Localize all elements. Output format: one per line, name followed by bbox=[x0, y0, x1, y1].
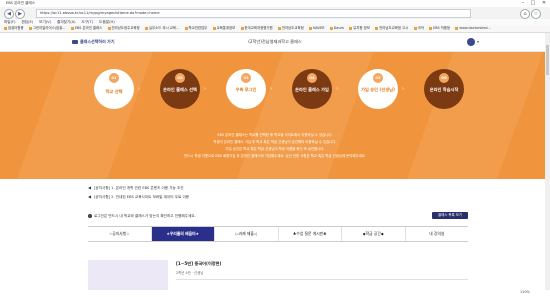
scrollbar-thumb[interactable] bbox=[546, 45, 549, 75]
step-4: 04 온라인 클래스 가입 bbox=[292, 69, 332, 109]
hero-description: 학생이 온라인 클래스 가입 후 학교 혹은 학급 선생님이 승인해야 이용하실… bbox=[213, 140, 337, 144]
notice-item[interactable]: ◀ [공지사항] 1. 온라인 개학 관련 EBS 콘텐츠 이용 가능 조건 bbox=[88, 185, 184, 191]
step-number: 03 bbox=[241, 73, 251, 83]
favorites-bar: 컴퓨터활용 그린아일라이스(컴퓨... EBS 온라인 클래스 전라남도광주교육… bbox=[0, 25, 550, 33]
favorite-link[interactable]: www.doctorshed... bbox=[455, 25, 491, 32]
step-label: 온라인 학습시작 bbox=[429, 87, 459, 92]
step-1: 01 학교 선택 bbox=[94, 69, 134, 109]
lesson-thumbnail[interactable] bbox=[88, 260, 168, 290]
hero-description: EBS 온라인 클래스는 학교를 선택한 후 학교별 사이트에서 이용하실 수 … bbox=[217, 133, 333, 137]
favorite-link[interactable]: NAVER bbox=[309, 25, 324, 32]
favorite-link[interactable]: Daum bbox=[329, 25, 344, 32]
step-label: 가입 승인 (선생님) bbox=[361, 87, 395, 92]
hero-decoration bbox=[16, 52, 154, 179]
forward-icon[interactable]: ▶ bbox=[15, 9, 25, 19]
user-avatar-icon[interactable] bbox=[467, 38, 475, 46]
favorites-star-icon[interactable]: ☆ bbox=[531, 9, 541, 19]
hero-banner: 01 학교 선택 › 02 온라인 클래스 선택 › 03 우측 로그인 › 0… bbox=[0, 52, 550, 179]
favorite-link[interactable]: 전라남도교육청 bbox=[277, 25, 304, 32]
favorite-link[interactable]: 유치원 정보 bbox=[349, 25, 370, 32]
tab-notice[interactable]: ☆공지사항☆ bbox=[88, 227, 152, 241]
info-icon: ! bbox=[88, 214, 92, 218]
step-label: 우측 로그인 bbox=[235, 87, 257, 92]
url-input[interactable]: https://oc11.ebssw.kr/oc11/mypg/myagecls… bbox=[36, 9, 471, 18]
step-2: 02 온라인 클래스 선택 bbox=[160, 69, 200, 109]
hero-description: 반드시 학생 이름으로 EBS 회원가입 후 온라인 클래스에 가입해주세요. … bbox=[184, 154, 366, 158]
step-6: 06 온라인 학습시작 bbox=[424, 69, 464, 109]
step-number: 02 bbox=[175, 73, 185, 83]
step-label: 온라인 클래스 선택 bbox=[163, 87, 197, 92]
favorite-link[interactable]: 교육통계정보 bbox=[212, 25, 235, 32]
favorite-link[interactable]: EBS 작품등 bbox=[429, 25, 450, 32]
tab-class-space[interactable]: ◆학급 공간◆ bbox=[342, 227, 406, 241]
favorite-link[interactable]: 한국교육과정평가원 bbox=[240, 25, 273, 32]
chevron-down-icon[interactable]: ▾ bbox=[477, 39, 479, 44]
favorite-link[interactable]: 국악 bbox=[413, 25, 424, 32]
minimize-icon[interactable]: – bbox=[518, 0, 528, 6]
maximize-icon[interactable]: □ bbox=[528, 0, 538, 6]
speaker-icon: ◀ bbox=[88, 185, 92, 190]
step-number: 05 bbox=[373, 73, 383, 83]
favorite-link[interactable]: 컴퓨터활용 bbox=[4, 25, 24, 32]
notice-item[interactable]: ◀ [공지사항] 2. 안내된 EBS 교육사이트 모바일 데이터 무료 이용 bbox=[88, 194, 189, 200]
tab-my-classroom[interactable]: 내 강의실 bbox=[406, 227, 469, 241]
step-number: 06 bbox=[439, 73, 449, 83]
browser-tab[interactable]: EBS 온라인 클래스 bbox=[6, 1, 35, 6]
step-5: 05 가입 승인 (선생님) bbox=[358, 69, 398, 109]
step-number: 01 bbox=[109, 73, 119, 83]
arrow-right-icon: › bbox=[270, 86, 272, 92]
step-label: 온라인 클래스 가입 bbox=[295, 87, 329, 92]
class-list-button[interactable]: 클래스 목록 보기 bbox=[432, 212, 468, 219]
back-icon[interactable]: ◀ bbox=[4, 9, 14, 19]
favorite-link[interactable]: 학교관련업무 bbox=[184, 25, 207, 32]
favorite-link[interactable]: 그린아일라이스(컴퓨... bbox=[28, 25, 66, 32]
step-label: 학교 선택 bbox=[105, 89, 123, 94]
home-icon[interactable]: ⌂ bbox=[520, 9, 530, 19]
site-header: 클래스선택하러 가기 (2학년)전남영재과학고 클래스 ▾ bbox=[0, 33, 550, 52]
browser-title-bar: EBS 온라인 클래스 – □ ✕ bbox=[0, 0, 550, 7]
zoom-level[interactable]: 110% bbox=[520, 290, 530, 295]
arrow-right-icon: › bbox=[204, 86, 206, 92]
class-tabs: ☆공지사항☆ ★우리들의 배움터★ ▷과제 제출◁ ♣수업 질문 게시판♣ ◆학… bbox=[88, 226, 468, 242]
lesson-title[interactable]: [1~5반] 중국어(이정현) bbox=[176, 261, 221, 267]
arrow-right-icon: › bbox=[402, 86, 404, 92]
arrow-right-icon: › bbox=[336, 86, 338, 92]
hero-decoration bbox=[406, 52, 544, 179]
step-number: 04 bbox=[307, 73, 317, 83]
speaker-icon: ◀ bbox=[88, 194, 92, 199]
step-3: 03 우측 로그인 bbox=[226, 69, 266, 109]
favorite-link[interactable]: 실무소드 푸시 교육... bbox=[144, 25, 179, 32]
tab-assignment[interactable]: ▷과제 제출◁ bbox=[215, 227, 279, 241]
favorite-link[interactable]: EBS 온라인 클래스 bbox=[70, 25, 102, 32]
close-icon[interactable]: ✕ bbox=[539, 0, 549, 6]
hero-description: 가입 승인은 학교 혹은 학급 선생님이 학생 이름을 확인 후 승인합니다. bbox=[225, 147, 325, 151]
tab-learning[interactable]: ★우리들의 배움터★ bbox=[151, 227, 215, 241]
divider bbox=[176, 279, 468, 280]
favorite-link[interactable]: 전라남도광주교육청 bbox=[107, 25, 140, 32]
tab-questions[interactable]: ♣수업 질문 게시판♣ bbox=[279, 227, 342, 241]
login-warning: ! 로그인은 반드시 내 학교와 클래스가 맞는지 확인하고 진행해주세요. bbox=[88, 214, 196, 218]
lesson-meta: 2학년 4반 · 선생님 bbox=[176, 271, 204, 275]
favorite-link[interactable]: 전라남도교육청 고시 bbox=[375, 25, 408, 32]
arrow-right-icon: › bbox=[138, 86, 140, 92]
